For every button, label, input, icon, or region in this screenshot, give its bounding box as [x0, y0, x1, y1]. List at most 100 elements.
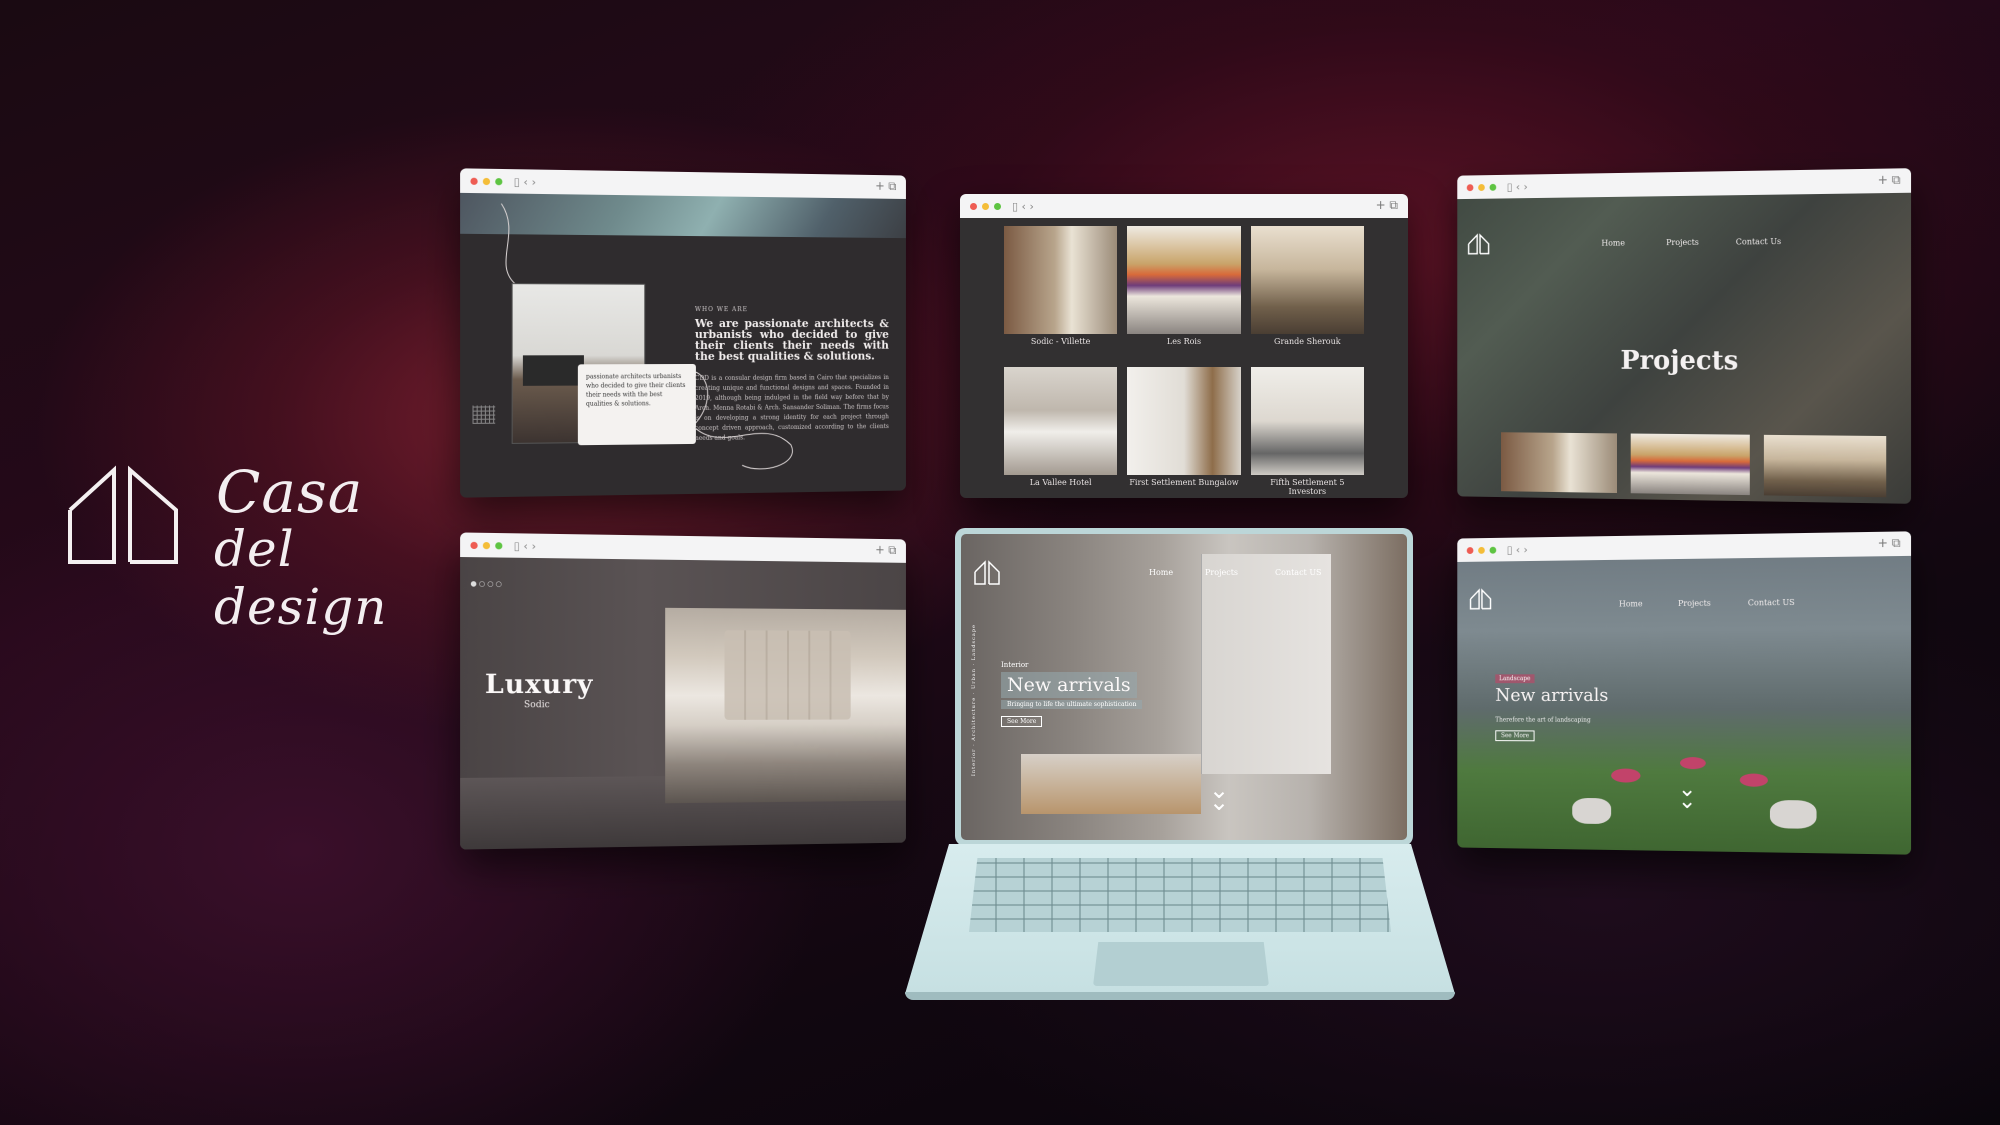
- maximize-dot[interactable]: [994, 202, 1001, 210]
- project-tile[interactable]: La Vallee Hotel: [1004, 367, 1118, 492]
- project-tile[interactable]: Sodic - Villette: [1004, 226, 1118, 351]
- luxury-page-window: ▯ ‹ › + ⧉ ●○○○ Luxury Sodic: [460, 532, 906, 850]
- house-logo-icon: [1469, 587, 1526, 611]
- seat-cushion: [1739, 773, 1768, 787]
- new-tab-icon[interactable]: + ⧉: [1878, 172, 1901, 188]
- close-dot[interactable]: [970, 202, 977, 210]
- nav-home[interactable]: Home: [1601, 239, 1625, 248]
- keyboard: [969, 858, 1391, 932]
- nav-projects[interactable]: Projects: [1666, 238, 1699, 247]
- minimize-dot[interactable]: [482, 541, 491, 549]
- trackpad: [1093, 942, 1269, 986]
- tabs-icon[interactable]: ▯ ‹ ›: [514, 175, 536, 189]
- new-tab-icon[interactable]: + ⧉: [875, 179, 896, 194]
- brand-logo: Casa del design: [66, 458, 426, 636]
- thumbnail[interactable]: [1501, 432, 1618, 494]
- project-caption: Fifth Settlement 5 Investors: [1270, 478, 1345, 496]
- new-tab-icon[interactable]: + ⧉: [1878, 536, 1901, 552]
- project-caption: La Vallee Hotel: [1029, 478, 1092, 487]
- headboard-image: [724, 630, 851, 720]
- shelf-image: [1021, 754, 1201, 814]
- project-caption: Sodic - Villette: [1030, 337, 1091, 346]
- project-caption: Grande Sherouk: [1274, 337, 1341, 346]
- nav-contact[interactable]: Contact US: [1748, 598, 1795, 608]
- category-rail[interactable]: Interior · Architecture · Urban · Landsc…: [971, 624, 977, 776]
- thumbnail[interactable]: [1763, 434, 1887, 498]
- wardrobe-image: [1201, 554, 1331, 774]
- close-dot[interactable]: [470, 541, 478, 549]
- project-tile[interactable]: Les Rois: [1127, 226, 1241, 351]
- browser-chrome: ▯ ‹ › + ⧉: [960, 194, 1408, 218]
- close-dot[interactable]: [1466, 546, 1474, 554]
- laptop-mockup: Home Projects Contact US Interior · Arch…: [905, 528, 1455, 1004]
- hero-kicker: Interior: [1001, 661, 1029, 669]
- hero-subline: Therefore the art of landscaping: [1495, 716, 1591, 724]
- hero-headline: New arrivals: [1495, 685, 1609, 706]
- about-page-window: ▯ ‹ › + ⧉ passionate architects urbanist…: [460, 168, 906, 498]
- tabs-icon[interactable]: ▯ ‹ ›: [514, 539, 536, 553]
- quote-card: passionate architects urbanists who deci…: [577, 363, 696, 446]
- seat-cushion: [1611, 768, 1641, 783]
- project-caption: Les Rois: [1166, 337, 1202, 346]
- nav-home[interactable]: Home: [1619, 599, 1643, 608]
- house-logo-icon: [974, 560, 1000, 585]
- page-title: Projects: [1620, 345, 1739, 377]
- project-image: [1127, 367, 1241, 475]
- tabs-icon[interactable]: ▯ ‹ ›: [1507, 543, 1528, 556]
- stone-seat: [1769, 799, 1817, 829]
- nav-home[interactable]: Home: [1149, 568, 1173, 577]
- thumbnail[interactable]: [1630, 433, 1750, 496]
- house-logo-icon: [1467, 232, 1524, 256]
- nav-projects[interactable]: Projects: [1205, 568, 1238, 577]
- tabs-icon[interactable]: ▯ ‹ ›: [1507, 180, 1528, 193]
- hero-subline: Bringing to life the ultimate sophistica…: [1001, 700, 1143, 709]
- about-paragraph: CDD is a consular design firm based in C…: [694, 374, 889, 442]
- project-tile[interactable]: First Settlement Bungalow: [1127, 367, 1241, 492]
- landscape-page-window: ▯ ‹ › + ⧉ Home Projects Contact US Lands…: [1457, 531, 1912, 855]
- minimize-dot[interactable]: [482, 177, 491, 185]
- slider-dots[interactable]: ●○○○: [470, 580, 503, 589]
- project-tile[interactable]: Grande Sherouk: [1250, 226, 1364, 351]
- minimize-dot[interactable]: [982, 202, 989, 210]
- category-tag: Landscape: [1495, 674, 1535, 684]
- maximize-dot[interactable]: [1489, 546, 1497, 554]
- section-kicker: WHO WE ARE: [694, 306, 748, 314]
- project-thumbnails: [1501, 432, 1887, 498]
- laptop-screen: Home Projects Contact US Interior · Arch…: [961, 534, 1407, 840]
- brand-line-2: del design: [214, 520, 388, 636]
- stone-seat: [1572, 797, 1612, 825]
- project-image: [1250, 367, 1364, 475]
- hero-headline: New arrivals: [1001, 672, 1137, 698]
- minimize-dot[interactable]: [1478, 183, 1485, 191]
- nav-contact[interactable]: Contact Us: [1736, 237, 1781, 246]
- nav-projects[interactable]: Projects: [1678, 599, 1711, 608]
- see-more-button[interactable]: See More: [1001, 716, 1043, 727]
- project-tile[interactable]: Fifth Settlement 5 Investors: [1250, 367, 1364, 496]
- projects-page-window: ▯ ‹ › + ⧉ Home Projects Contact Us Proje…: [1457, 168, 1912, 504]
- project-image: [1127, 226, 1241, 334]
- close-dot[interactable]: [470, 177, 478, 185]
- minimize-dot[interactable]: [1478, 546, 1485, 554]
- tabs-icon[interactable]: ▯ ‹ ›: [1012, 200, 1034, 213]
- new-tab-icon[interactable]: + ⧉: [1376, 198, 1398, 213]
- brand-line-1: Casa: [216, 458, 364, 526]
- close-dot[interactable]: [1466, 183, 1474, 191]
- gallery-page-window: ▯ ‹ › + ⧉ Sodic - Villette Les Rois Gran…: [960, 194, 1408, 498]
- see-more-button[interactable]: See More: [1495, 730, 1535, 742]
- chevron-down-icon[interactable]: ⌄ ⌄: [1209, 778, 1229, 814]
- project-image: [1250, 226, 1364, 334]
- hero-subtitle: Sodic: [523, 700, 550, 711]
- new-tab-icon[interactable]: + ⧉: [875, 543, 896, 558]
- hero-title: Luxury: [484, 669, 594, 701]
- laptop-base: [905, 844, 1455, 1004]
- nav-contact[interactable]: Contact US: [1275, 568, 1322, 577]
- maximize-dot[interactable]: [1489, 183, 1497, 191]
- maximize-dot[interactable]: [495, 541, 503, 549]
- chevron-down-icon[interactable]: ⌄ ⌄: [1678, 777, 1696, 814]
- project-image: [1004, 367, 1118, 475]
- laptop-lid: Home Projects Contact US Interior · Arch…: [955, 528, 1413, 846]
- project-image: [1004, 226, 1118, 334]
- project-caption: First Settlement Bungalow: [1129, 478, 1239, 487]
- maximize-dot[interactable]: [495, 177, 503, 185]
- seat-cushion: [1679, 757, 1706, 770]
